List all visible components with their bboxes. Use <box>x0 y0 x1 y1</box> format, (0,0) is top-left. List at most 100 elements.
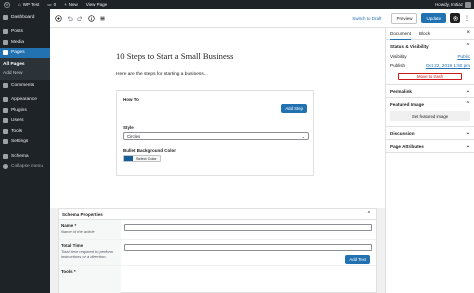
sidebar-item-settings[interactable]: Settings <box>0 137 50 148</box>
table-row: Name * Name of the article <box>59 220 376 240</box>
content-info-button[interactable] <box>87 14 95 22</box>
page-attributes-panel: Page Attributes ⌄ <box>386 140 474 153</box>
account-menu[interactable]: Howdy, Imtiaz <box>435 1 474 8</box>
sidebar-item-users[interactable]: Users <box>0 116 50 127</box>
panel-toggle[interactable]: Discussion ⌄ <box>386 127 474 139</box>
sidebar-item-media[interactable]: Media <box>0 37 50 48</box>
comment-bubble-icon: ▭ <box>47 1 52 7</box>
sidebar-item-pages[interactable]: Pages <box>0 47 50 58</box>
avatar <box>465 1 471 8</box>
howto-block[interactable]: How To Add Step Style Circles ⌄ Bullet B… <box>116 90 314 176</box>
metabox-area: Schema Properties ⌃ Name * Name of the a… <box>50 208 385 293</box>
comments-count: 0 <box>53 2 57 7</box>
site-name: WP Test <box>22 2 40 7</box>
admin-menu: Dashboard Posts Media Pages All Pages Ad… <box>0 9 50 293</box>
settings-sidebar: Document Block × Status & Visibility ⌃ V… <box>385 28 474 293</box>
pin-icon <box>3 29 8 35</box>
sidebar-item-label: Collapse menu <box>11 164 43 170</box>
permalink-panel: Permalink ⌄ <box>386 85 474 98</box>
chevron-up-icon: ⌃ <box>465 43 470 49</box>
chevron-up-icon: ⌃ <box>465 101 470 107</box>
sidebar-item-schema[interactable]: Schema <box>0 151 50 162</box>
plugin-icon <box>3 107 8 113</box>
settings-toggle-button[interactable] <box>450 13 460 23</box>
add-text-button[interactable]: Add Text <box>345 255 370 264</box>
editor-canvas: 10 Steps to Start a Small Business Here … <box>50 28 385 208</box>
users-icon <box>3 118 8 124</box>
more-menu-button[interactable]: ⋮ <box>464 13 470 23</box>
panel-toggle[interactable]: Status & Visibility ⌃ <box>386 40 474 52</box>
panel-title: Status & Visibility <box>390 43 429 49</box>
wordpress-logo-icon[interactable]: W <box>0 1 14 8</box>
post-title[interactable]: 10 Steps to Start a Small Business <box>116 51 233 61</box>
home-icon: ⌂ <box>18 2 21 7</box>
panel-toggle[interactable]: Permalink ⌄ <box>386 85 474 97</box>
close-icon[interactable]: × <box>466 30 470 36</box>
name-field-hint: Name of the article <box>61 229 95 234</box>
view-page-label: View Page <box>85 2 108 7</box>
style-select[interactable]: Circles ⌄ <box>123 132 309 140</box>
move-to-trash-button[interactable]: Move to trash <box>398 73 462 80</box>
new-content-link[interactable]: + New <box>60 2 82 7</box>
redo-button[interactable] <box>76 14 84 22</box>
sidebar-item-label: Media <box>11 39 25 45</box>
wrench-icon <box>3 128 8 134</box>
visibility-label: Visibility <box>390 54 407 59</box>
sidebar-item-comments[interactable]: Comments <box>0 80 50 91</box>
sidebar-item-dashboard[interactable]: Dashboard <box>0 12 50 23</box>
publish-label: Publish <box>390 63 406 68</box>
tab-document[interactable]: Document <box>390 28 411 40</box>
switch-to-draft-button[interactable]: Switch to Draft <box>352 16 381 21</box>
settings-icon <box>3 139 8 145</box>
list-icon <box>99 16 105 20</box>
sidebar-item-plugins[interactable]: Plugins <box>0 105 50 116</box>
update-button[interactable]: Update <box>421 13 446 23</box>
sidebar-item-label: Posts <box>11 29 23 35</box>
visibility-toggle[interactable]: Public <box>457 54 470 59</box>
panel-title: Featured Image <box>390 101 424 107</box>
metabox-header[interactable]: Schema Properties ⌃ <box>59 209 376 220</box>
sidebar-item-label: Dashboard <box>11 14 35 20</box>
dashboard-icon <box>3 14 8 20</box>
howdy-label: Howdy, Imtiaz <box>435 2 463 7</box>
select-color-button[interactable]: Select Color <box>123 155 161 162</box>
new-label: New <box>68 2 78 7</box>
sidebar-item-label: Users <box>11 118 24 124</box>
paragraph-block[interactable]: Here are the steps for starting a busine… <box>116 72 208 77</box>
admin-bar: W ⌂ WP Test ▭ 0 + New View Page Howdy, I… <box>0 0 474 9</box>
visibility-row: Visibility Public <box>386 52 474 61</box>
table-row: Total Time Total time required to perfor… <box>59 240 376 266</box>
howto-label: How To <box>123 97 139 102</box>
sidebar-item-tools[interactable]: Tools <box>0 126 50 137</box>
select-color-label: Select Color <box>133 156 160 161</box>
publish-date-toggle[interactable]: Oct 22, 2019 1:50 pm <box>426 63 470 68</box>
metabox-title: Schema Properties <box>62 211 103 217</box>
panel-toggle[interactable]: Featured Image ⌃ <box>386 98 474 110</box>
color-swatch <box>124 156 133 161</box>
submenu-add-new[interactable]: Add New <box>0 69 50 78</box>
chevron-up-icon[interactable]: ⌃ <box>367 211 371 217</box>
tab-block[interactable]: Block <box>419 28 430 40</box>
chevron-down-icon: ⌄ <box>465 130 470 136</box>
set-featured-image-button[interactable]: Set featured image <box>390 111 470 121</box>
collapse-menu-button[interactable]: Collapse menu <box>0 162 50 173</box>
total-time-field[interactable] <box>124 244 372 251</box>
brush-icon <box>3 97 8 103</box>
preview-button[interactable]: Preview <box>391 12 418 24</box>
undo-button[interactable] <box>65 14 73 22</box>
collapse-icon <box>3 164 8 170</box>
submenu-all-pages[interactable]: All Pages <box>0 60 50 69</box>
add-block-button[interactable] <box>54 14 62 22</box>
field-label-cell: Total Time Total time required to perfor… <box>59 240 121 265</box>
sidebar-item-posts[interactable]: Posts <box>0 27 50 38</box>
view-page-link[interactable]: View Page <box>82 2 111 7</box>
site-name-link[interactable]: ⌂ WP Test <box>14 2 43 7</box>
comments-link[interactable]: ▭ 0 <box>43 2 60 8</box>
block-navigation-button[interactable] <box>98 14 106 22</box>
panel-toggle[interactable]: Page Attributes ⌄ <box>386 140 474 152</box>
name-field[interactable] <box>124 224 372 231</box>
sidebar-item-appearance[interactable]: Appearance <box>0 95 50 106</box>
gear-icon <box>452 15 458 21</box>
sidebar-item-label: Plugins <box>11 107 27 113</box>
add-step-button[interactable]: Add Step <box>281 104 307 113</box>
